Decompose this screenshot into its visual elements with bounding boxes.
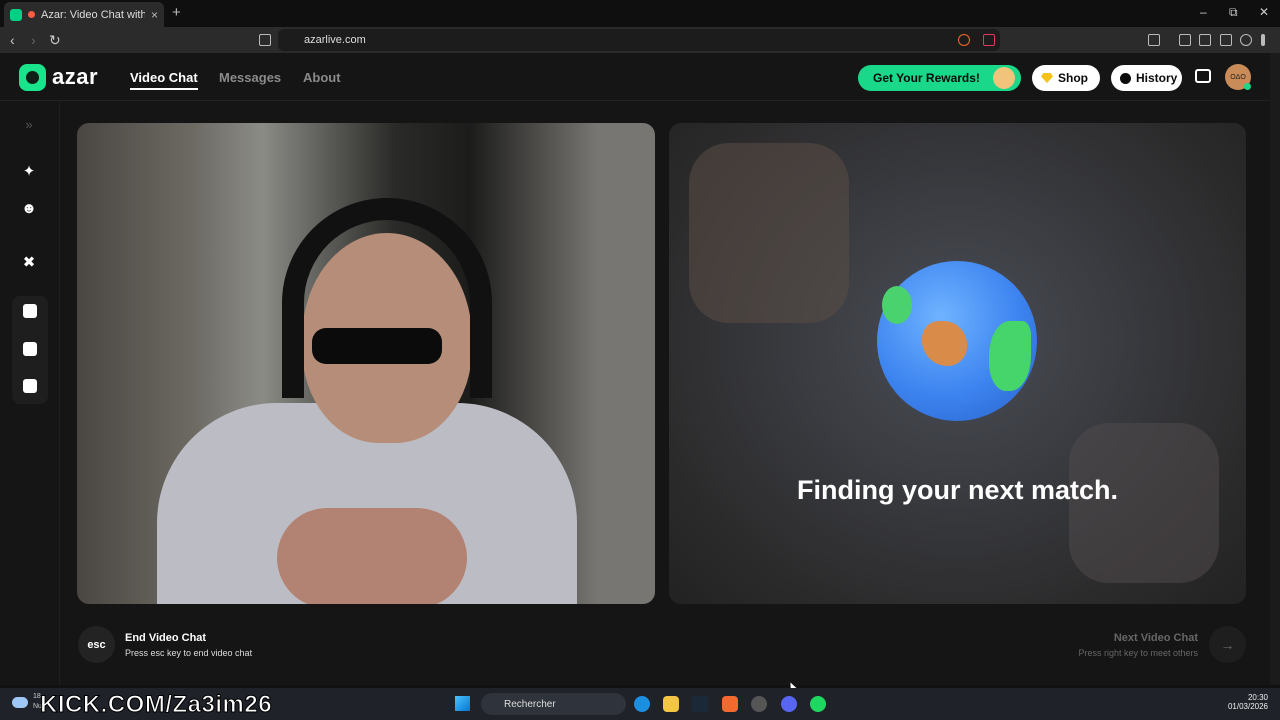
weather-cloud-icon[interactable]	[12, 697, 28, 708]
finding-match-text: Finding your next match.	[796, 475, 1119, 505]
overlay-text: KICK.COM/Za3im26	[39, 691, 273, 719]
browser-tab[interactable]: Azar: Video Chat with New Pe ×	[4, 2, 164, 27]
azar-logo-icon[interactable]	[19, 64, 46, 91]
minimize-button[interactable]: –	[1200, 5, 1207, 19]
sidebar-toggle-icon[interactable]	[1179, 34, 1191, 46]
person-hands	[277, 508, 467, 604]
search-placeholder: Rechercher	[504, 698, 556, 710]
globe-land	[989, 321, 1031, 391]
self-camera-feed	[77, 123, 655, 604]
gem-icon	[1041, 73, 1053, 83]
headset	[282, 198, 492, 398]
discord-icon[interactable]	[781, 696, 797, 712]
active-nav-underline	[130, 88, 198, 90]
nav-messages[interactable]: Messages	[219, 70, 281, 85]
online-status-icon	[1244, 83, 1251, 90]
spotify-icon[interactable]	[810, 696, 826, 712]
clock-date: 01/03/2026	[1227, 702, 1268, 711]
next-video-chat-title: Next Video Chat	[1113, 632, 1198, 644]
file-explorer-icon[interactable]	[663, 696, 679, 712]
recording-indicator-icon	[28, 11, 35, 18]
rewards-label: Get Your Rewards!	[873, 71, 980, 85]
wallet-icon[interactable]	[1199, 34, 1211, 46]
layout-side-by-side-icon[interactable]	[23, 304, 39, 320]
sunglasses	[312, 328, 442, 364]
end-video-chat-button[interactable]: esc	[78, 626, 115, 663]
nav-about[interactable]: About	[303, 70, 341, 85]
shop-button[interactable]: Shop	[1032, 65, 1100, 91]
close-window-button[interactable]: ✕	[1259, 5, 1269, 19]
edge-icon[interactable]	[634, 696, 650, 712]
brave-icon[interactable]	[722, 696, 738, 712]
brave-rewards-icon[interactable]	[983, 34, 995, 46]
stream-overlay-text: KICK.COM/Za3im26	[39, 691, 273, 719]
blurred-background	[689, 143, 849, 323]
sticker-icon[interactable]: ✖	[21, 255, 37, 271]
layout-selector	[12, 296, 48, 404]
windows-taskbar: 18 Nu KICK.COM/Za3im26 Rechercher 20:30 …	[0, 688, 1280, 720]
get-rewards-button[interactable]: Get Your Rewards!	[858, 65, 1021, 91]
menu-icon[interactable]	[1261, 34, 1265, 46]
end-video-chat-hint: Press esc key to end video chat	[125, 648, 253, 658]
layout-grid-icon[interactable]	[23, 379, 39, 395]
gift-icon	[993, 67, 1015, 89]
shield-icon[interactable]	[1240, 34, 1252, 46]
face-filter-icon[interactable]: ☻	[21, 201, 37, 217]
forward-button[interactable]: ›	[31, 32, 36, 48]
avatar-text: OΔO	[1230, 73, 1246, 81]
brave-shields-icon[interactable]	[958, 34, 970, 46]
history-button[interactable]: History	[1111, 65, 1182, 91]
taskbar-search[interactable]: Rechercher	[481, 693, 626, 715]
page-scrollbar[interactable]	[1270, 53, 1280, 685]
shop-label: Shop	[1058, 71, 1088, 85]
address-bar[interactable]: azarlive.com	[278, 29, 1000, 51]
tab-close-button[interactable]: ×	[151, 8, 158, 22]
tab-title: Azar: Video Chat with New Pe	[41, 8, 145, 21]
logo-text[interactable]: azar	[52, 64, 98, 90]
globe-icon	[877, 261, 1037, 421]
next-video-chat-button[interactable]: →	[1209, 626, 1246, 663]
browser-toolbar: ‹ › ↻ azarlive.com	[0, 27, 1280, 53]
globe-land	[922, 321, 967, 366]
azar-favicon-icon	[10, 8, 22, 21]
layout-stacked-icon[interactable]	[23, 342, 39, 358]
esc-key-label: esc	[87, 638, 106, 651]
next-video-chat-hint: Press right key to meet others	[1078, 648, 1198, 658]
arrow-right-icon: →	[1220, 636, 1235, 653]
browser-tab-bar: Azar: Video Chat with New Pe × + – ⧉ ✕	[0, 0, 1280, 27]
inbox-icon[interactable]	[1195, 69, 1211, 83]
vpn-icon[interactable]	[1220, 34, 1232, 46]
clock-icon	[1120, 72, 1131, 84]
cast-icon[interactable]	[1148, 34, 1160, 46]
reload-button[interactable]: ↻	[49, 32, 61, 49]
bookmark-icon[interactable]	[259, 34, 271, 46]
back-button[interactable]: ‹	[10, 32, 15, 48]
app-icon[interactable]	[751, 696, 767, 712]
app-header: azar Video Chat Messages About Get Your …	[0, 53, 1270, 101]
system-clock[interactable]: 20:30 01/03/2026	[1226, 693, 1268, 711]
expand-sidebar-icon[interactable]: »	[21, 117, 37, 133]
partner-video-panel: Finding your next match.	[669, 123, 1246, 604]
url-text: azarlive.com	[304, 34, 366, 46]
magic-wand-icon[interactable]: ✦	[21, 164, 37, 180]
history-label: History	[1136, 71, 1178, 85]
new-tab-button[interactable]: +	[172, 4, 181, 21]
windows-start-icon[interactable]	[455, 696, 470, 711]
azar-app: azar Video Chat Messages About Get Your …	[0, 53, 1270, 696]
maximize-button[interactable]: ⧉	[1229, 5, 1238, 20]
nav-video-chat[interactable]: Video Chat	[130, 70, 198, 85]
steam-icon[interactable]	[692, 696, 708, 712]
clock-time: 20:30	[1247, 693, 1268, 702]
end-video-chat-title: End Video Chat	[125, 632, 207, 644]
left-sidebar: » ✦ ☻ ✖	[0, 101, 60, 685]
globe-land	[882, 286, 912, 324]
